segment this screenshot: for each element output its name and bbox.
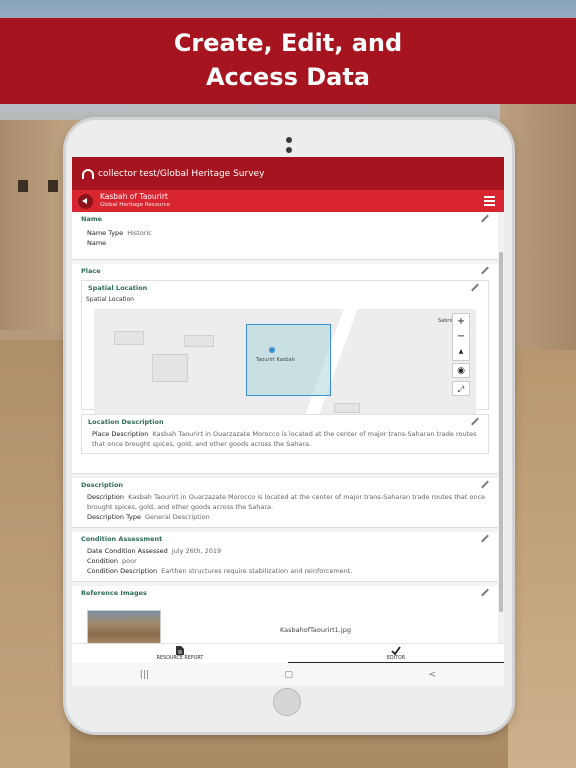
edit-pencil-icon[interactable]	[481, 535, 489, 543]
field-label: Description Type	[87, 513, 142, 521]
field-value: Kasbah Taourirt in Ouarzazate Morocco is…	[92, 430, 477, 448]
bottom-tab-bar: RESOURCE REPORT EDITOR	[72, 643, 504, 663]
section-header: Condition Assessment	[81, 535, 163, 543]
hamburger-menu-icon[interactable]	[484, 196, 495, 208]
fullscreen-icon[interactable]: ⤢	[452, 381, 470, 396]
map-building	[114, 331, 144, 345]
zoom-controls: + − ▲	[452, 313, 470, 361]
condition-description-row: Condition Description Earthen structures …	[72, 566, 498, 576]
background-building	[508, 350, 576, 768]
condition-row: Condition poor	[72, 556, 498, 566]
spatial-label: Spatial Location	[86, 296, 134, 303]
tab-label: RESOURCE REPORT	[156, 656, 204, 661]
reference-image-thumbnail[interactable]	[87, 610, 161, 643]
resource-type: Global Heritage Resource	[100, 202, 170, 208]
description-type-row: Description Type General Description	[72, 512, 498, 522]
field-label: Date Condition Assessed	[87, 547, 168, 555]
scrollbar[interactable]	[498, 212, 504, 643]
condition-section: Condition Assessment Date Condition Asse…	[72, 532, 498, 582]
background-building	[0, 340, 70, 768]
home-nav-icon[interactable]: ▢	[285, 670, 294, 680]
field-value: Historic	[127, 229, 152, 237]
app-screen: collector test/Global Heritage Survey Ka…	[72, 157, 504, 686]
card-header: Location Description	[88, 418, 164, 426]
edit-pencil-icon[interactable]	[471, 284, 479, 292]
field-value: poor	[122, 557, 137, 565]
section-header: Reference Images	[81, 589, 147, 597]
tablet-camera	[286, 147, 292, 153]
eye-visibility-icon[interactable]: ◉	[452, 363, 470, 378]
edit-pencil-icon[interactable]	[481, 267, 489, 275]
field-value: July 26th, 2019	[171, 547, 222, 555]
section-header: Name	[81, 215, 103, 223]
arches-logo-icon	[82, 168, 94, 179]
zoom-out-button[interactable]: −	[453, 329, 469, 344]
checkmark-icon	[391, 646, 401, 655]
map-building	[152, 354, 188, 382]
document-icon	[176, 646, 184, 655]
tab-label: EDITOR	[386, 656, 406, 661]
location-description-card: Location Description Place Description K…	[81, 414, 489, 454]
resource-form: Name Name Type Historic Name Place Spatia…	[72, 212, 498, 643]
map-building	[334, 403, 360, 413]
field-label: Name	[87, 239, 107, 247]
section-header: Place	[81, 267, 101, 275]
condition-date-row: Date Condition Assessed July 26th, 2019	[72, 546, 498, 556]
back-icon[interactable]	[78, 193, 93, 209]
description-row: Description Kasbah Taourirt in Ouarzazat…	[72, 492, 498, 512]
image-filename: KasbahofTaourirt1.jpg	[280, 626, 351, 634]
field-value: General Description	[145, 513, 210, 521]
description-section: Description Description Kasbah Taourirt …	[72, 478, 498, 528]
field-label: Name Type	[87, 229, 124, 237]
field-label: Condition	[87, 557, 119, 565]
recent-apps-icon[interactable]: |||	[140, 670, 149, 680]
edit-pencil-icon[interactable]	[471, 418, 479, 426]
tab-resource-report[interactable]: RESOURCE REPORT	[72, 644, 288, 663]
resource-header: Kasbah of Taourirt Global Heritage Resou…	[72, 190, 504, 212]
field-label: Description	[87, 493, 125, 501]
field-value: Kasbah Taourirt in Ouarzazate Morocco is…	[87, 493, 486, 511]
edit-pencil-icon[interactable]	[481, 481, 489, 489]
edit-pencil-icon[interactable]	[481, 589, 489, 597]
site-marker-icon[interactable]	[269, 347, 275, 353]
card-header: Spatial Location	[88, 284, 148, 292]
place-description: Place Description Kasbah Taourirt in Oua…	[82, 429, 488, 449]
app-title: collector test/Global Heritage Survey	[98, 168, 265, 179]
field-label: Condition Description	[87, 567, 158, 575]
promo-title: Create, Edit, and Access Data	[173, 29, 403, 91]
map-view[interactable]: Taourirt Kasbah Sabrina + − ▲ ◉ ⤢	[94, 309, 476, 417]
tablet-home-button[interactable]	[273, 688, 301, 716]
name-section: Name Name Type Historic Name	[72, 212, 498, 260]
zoom-in-button[interactable]: +	[453, 314, 469, 329]
android-nav-bar: ||| ▢ <	[72, 663, 504, 686]
spatial-location-card: Spatial Location Spatial Location Taouri…	[81, 280, 489, 417]
map-building	[184, 335, 214, 347]
place-section: Place Spatial Location Spatial Location …	[72, 264, 498, 474]
back-nav-icon[interactable]: <	[429, 670, 437, 680]
edit-pencil-icon[interactable]	[481, 215, 489, 223]
resource-name: Kasbah of Taourirt	[100, 192, 168, 201]
section-header: Description	[81, 481, 124, 489]
field-value: Earthen structures require stabilization…	[161, 567, 353, 575]
field-label: Place Description	[92, 430, 149, 438]
tablet-sensor	[286, 137, 292, 143]
reference-images-section: Reference Images KasbahofTaourirt1.jpg	[72, 586, 498, 643]
tab-editor[interactable]: EDITOR	[288, 644, 504, 663]
compass-north-button[interactable]: ▲	[453, 344, 469, 359]
map-site-label: Taourirt Kasbah	[256, 357, 295, 363]
name-type-row: Name Type Historic	[72, 228, 498, 238]
name-row: Name	[72, 238, 498, 248]
app-header: collector test/Global Heritage Survey	[72, 157, 504, 190]
